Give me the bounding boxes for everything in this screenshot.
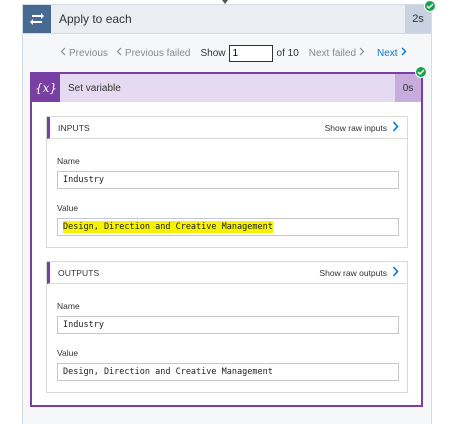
output-value-label: Value <box>57 348 79 358</box>
next-failed-link[interactable]: Next failed <box>309 47 365 59</box>
input-value-text: Design, Direction and Creative Managemen… <box>63 221 273 233</box>
previous-link[interactable]: Previous <box>60 47 108 59</box>
flow-run-canvas: Apply to each 2s Previous Previous faile… <box>0 0 474 424</box>
set-variable-header[interactable]: {x} Set variable 0s <box>32 74 421 102</box>
previous-failed-link[interactable]: Previous failed <box>116 47 191 59</box>
previous-failed-label: Previous failed <box>124 47 191 59</box>
show-raw-inputs-label: Show raw inputs <box>324 122 387 133</box>
page-number-input[interactable] <box>228 44 273 62</box>
set-variable-title: Set variable <box>68 82 121 94</box>
outputs-header: OUTPUTS Show raw outputs <box>47 262 407 284</box>
input-name-value: Industry <box>63 175 104 185</box>
show-raw-outputs-label: Show raw outputs <box>319 267 387 278</box>
output-value-text: Design, Direction and Creative Managemen… <box>63 367 273 377</box>
outputs-section: OUTPUTS Show raw outputs Name Industry V… <box>46 261 408 393</box>
chevron-left-icon <box>116 47 122 59</box>
apply-to-each-header[interactable]: Apply to each 2s <box>22 4 432 34</box>
chevron-right-icon <box>401 47 407 59</box>
variable-icon-text: {x} <box>34 81 58 95</box>
output-name-field: Industry <box>57 316 399 334</box>
inputs-title: INPUTS <box>58 122 90 133</box>
chevron-right-icon <box>359 47 365 59</box>
next-failed-label: Next failed <box>308 47 357 59</box>
check-circle-icon <box>424 0 436 12</box>
output-value-field: Design, Direction and Creative Managemen… <box>57 363 399 381</box>
set-variable-card: {x} Set variable 0s INPUTS Show raw inpu… <box>30 72 423 407</box>
page-count-label: of 10 <box>276 47 299 59</box>
apply-to-each-title: Apply to each <box>59 12 132 26</box>
chevron-right-icon <box>392 121 399 134</box>
previous-label: Previous <box>69 47 108 59</box>
next-link[interactable]: Next <box>377 47 407 59</box>
chevron-left-icon <box>60 47 66 59</box>
show-label: Show <box>200 47 226 59</box>
input-name-label: Name <box>57 156 80 166</box>
chevron-right-icon <box>392 266 399 279</box>
output-name-value: Industry <box>63 320 104 330</box>
loop-arrows-icon <box>23 5 51 33</box>
inputs-section: INPUTS Show raw inputs Name Industry Val… <box>46 116 408 248</box>
check-circle-icon <box>415 66 427 78</box>
show-raw-outputs-link[interactable]: Show raw outputs <box>319 266 399 279</box>
input-name-field: Industry <box>57 171 399 189</box>
output-name-label: Name <box>57 301 80 311</box>
inputs-header: INPUTS Show raw inputs <box>47 117 407 139</box>
show-raw-inputs-link[interactable]: Show raw inputs <box>325 121 399 134</box>
variable-icon: {x} <box>32 74 60 102</box>
iteration-pager: Previous Previous failed Show of 10 Next… <box>60 44 407 62</box>
input-value-field: Design, Direction and Creative Managemen… <box>57 218 399 236</box>
input-value-label: Value <box>57 203 79 213</box>
set-variable-duration: 0s <box>395 74 421 102</box>
next-label: Next <box>377 47 398 59</box>
outputs-title: OUTPUTS <box>58 267 100 278</box>
